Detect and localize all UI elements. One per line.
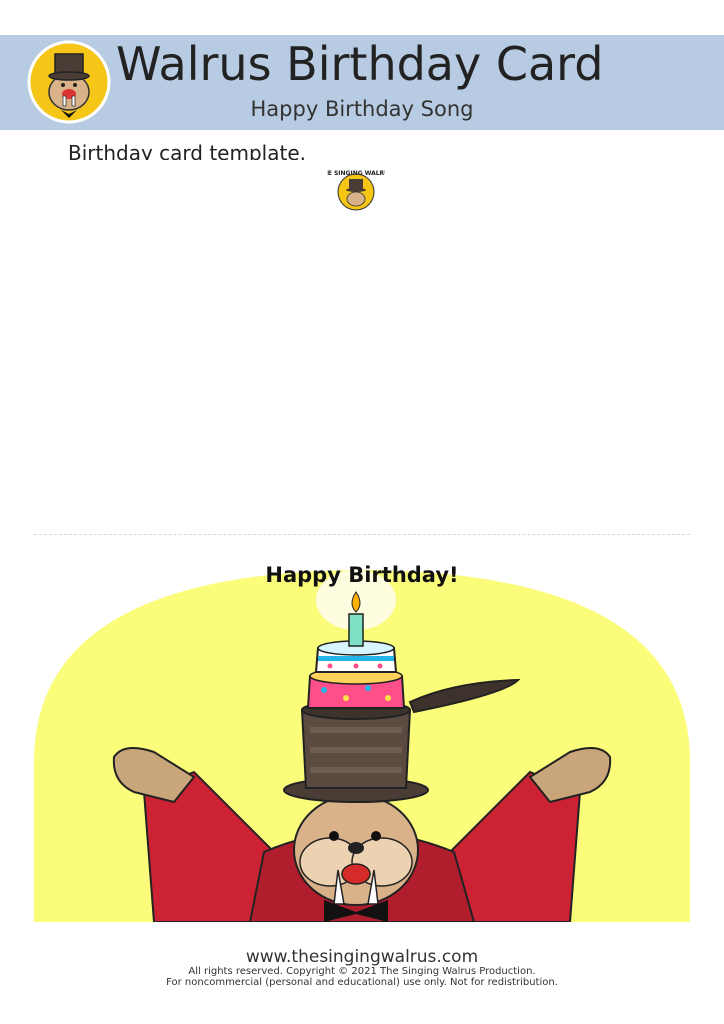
footer-license: For noncommercial (personal and educatio… [166,977,558,988]
card-inside-panel [34,160,690,532]
fold-line [34,534,690,535]
footer-copyright: All rights reserved. Copyright © 2021 Th… [188,966,536,977]
page-title: Walrus Birthday Card [116,37,604,91]
svg-text:THE SINGING WALRUS: THE SINGING WALRUS [327,170,385,177]
birthday-walrus-illustration [34,570,690,922]
card-greeting: Happy Birthday! [265,563,459,587]
footer-url[interactable]: www.thesingingwalrus.com [0,947,724,967]
singing-walrus-logo-icon: THE SINGING WALRUS [327,170,385,211]
page-subtitle: Happy Birthday Song [250,97,474,121]
